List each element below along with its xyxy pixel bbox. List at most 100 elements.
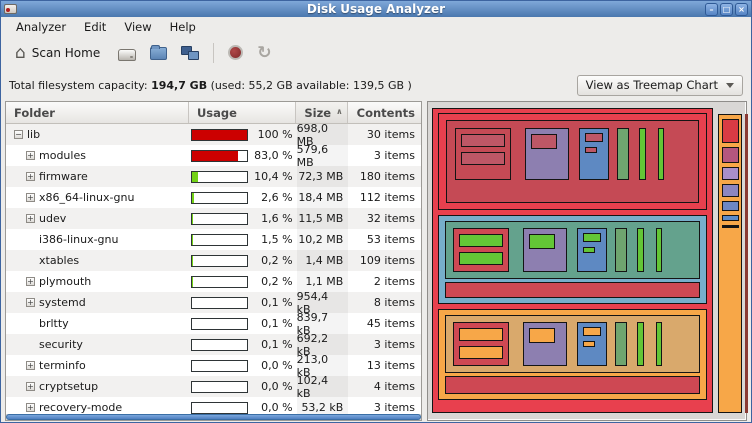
expand-expander[interactable]: + <box>26 172 35 181</box>
table-row[interactable]: +x86_64-linux-gnu2,6 %18,4 MB112 items <box>6 187 421 208</box>
usage-bar <box>191 381 248 393</box>
maximize-button[interactable]: □ <box>720 3 733 16</box>
folder-name[interactable]: cryptsetup <box>39 380 98 393</box>
scan-home-button[interactable]: ⌂ Scan Home <box>11 43 104 63</box>
treemap-rect-bottom-band[interactable] <box>438 309 707 400</box>
scan-folder-button[interactable] <box>150 47 167 60</box>
folder-name[interactable]: i386-linux-gnu <box>39 233 118 246</box>
expand-expander[interactable]: + <box>26 277 35 286</box>
treemap-rect <box>453 322 509 366</box>
treemap-rect <box>445 221 700 279</box>
scrollbar-thumb[interactable] <box>6 414 421 420</box>
folder-name[interactable]: lib <box>27 128 40 141</box>
size-value: 102,4 kB <box>297 376 349 397</box>
usage-percent: 0,1 % <box>261 317 292 330</box>
treemap-rect-middle-band[interactable] <box>438 215 707 304</box>
table-row[interactable]: +recovery-mode0,0 %53,2 kB3 items <box>6 397 421 414</box>
size-value: 10,2 MB <box>297 229 349 250</box>
view-selector-dropdown[interactable]: View as Treemap Chart <box>577 75 743 96</box>
folder-name[interactable]: udev <box>39 212 66 225</box>
table-body: −lib100 %698,0 MB30 items+modules83,0 %5… <box>6 124 421 414</box>
treemap-rect <box>577 228 607 272</box>
treemap-rect-lib[interactable] <box>432 108 713 413</box>
size-value: 72,3 MB <box>297 166 349 187</box>
expand-expander[interactable]: + <box>26 151 35 160</box>
expand-expander[interactable]: + <box>26 298 35 307</box>
scan-remote-button[interactable] <box>181 46 199 60</box>
column-header-usage[interactable]: Usage <box>189 102 296 123</box>
scan-filesystem-button[interactable] <box>118 49 136 61</box>
table-row[interactable]: brltty0,1 %839,7 kB45 items <box>6 313 421 334</box>
treemap-swatch <box>722 147 739 163</box>
treemap-rect <box>656 228 662 272</box>
folder-name[interactable]: brltty <box>39 317 69 330</box>
treemap-rect <box>658 128 664 180</box>
table-row[interactable]: i386-linux-gnu1,5 %10,2 MB53 items <box>6 229 421 250</box>
treemap-chart[interactable] <box>427 101 747 421</box>
treemap-rect <box>523 322 567 366</box>
folder-name[interactable]: recovery-mode <box>39 401 122 414</box>
status-row: Total filesystem capacity: 194,7 GB (use… <box>1 69 751 101</box>
contents-value: 3 items <box>348 145 421 166</box>
treemap-rect <box>639 128 646 180</box>
menubar: Analyzer Edit View Help <box>1 17 751 36</box>
app-window: Disk Usage Analyzer – □ × Analyzer Edit … <box>0 0 752 423</box>
folder-name[interactable]: x86_64-linux-gnu <box>39 191 134 204</box>
treemap-rect-top-band[interactable] <box>438 113 707 210</box>
treemap-rect-right-column[interactable] <box>718 114 742 413</box>
usage-bar <box>191 192 248 204</box>
treemap-rect <box>656 322 662 366</box>
expand-expander[interactable]: + <box>26 382 35 391</box>
folder-name[interactable]: xtables <box>39 254 79 267</box>
folder-name[interactable]: plymouth <box>39 275 91 288</box>
size-value: 11,5 MB <box>297 208 349 229</box>
treemap-rect <box>523 228 567 272</box>
contents-value: 30 items <box>348 124 421 145</box>
expand-expander[interactable]: + <box>26 193 35 202</box>
menu-analyzer[interactable]: Analyzer <box>7 18 75 36</box>
table-row[interactable]: security0,1 %692,2 kB3 items <box>6 334 421 355</box>
collapse-expander[interactable]: − <box>14 130 23 139</box>
table-row[interactable]: −lib100 %698,0 MB30 items <box>6 124 421 145</box>
table-row[interactable]: +modules83,0 %579,6 MB3 items <box>6 145 421 166</box>
folder-name[interactable]: security <box>39 338 83 351</box>
close-button[interactable]: × <box>735 3 748 16</box>
folder-name[interactable]: modules <box>39 149 86 162</box>
expand-expander[interactable]: + <box>26 214 35 223</box>
usage-percent: 0,1 % <box>261 338 292 351</box>
table-row[interactable]: +terminfo0,0 %213,0 kB13 items <box>6 355 421 376</box>
treemap-rect-thin-strip[interactable] <box>745 114 748 413</box>
menu-view[interactable]: View <box>115 18 160 36</box>
table-row[interactable]: +udev1,6 %11,5 MB32 items <box>6 208 421 229</box>
column-header-size[interactable]: Size ∧ <box>296 102 348 123</box>
size-value: 18,4 MB <box>297 187 349 208</box>
minimize-button[interactable]: – <box>705 3 718 16</box>
table-row[interactable]: xtables0,2 %1,4 MB109 items <box>6 250 421 271</box>
table-row[interactable]: +firmware10,4 %72,3 MB180 items <box>6 166 421 187</box>
main-area: Folder Usage Size ∧ Contents −lib100 %69… <box>1 101 751 422</box>
treemap-swatch <box>722 184 739 197</box>
table-row[interactable]: +cryptsetup0,0 %102,4 kB4 items <box>6 376 421 397</box>
table-row[interactable]: +plymouth0,2 %1,1 MB2 items <box>6 271 421 292</box>
usage-percent: 0,2 % <box>261 254 292 267</box>
usage-bar <box>191 150 248 162</box>
treemap-rect <box>445 282 700 298</box>
menu-help[interactable]: Help <box>161 18 205 36</box>
expand-expander[interactable]: + <box>26 403 35 412</box>
column-header-contents[interactable]: Contents <box>348 102 421 123</box>
folder-name[interactable]: terminfo <box>39 359 86 372</box>
refresh-button[interactable]: ↻ <box>257 45 271 61</box>
usage-bar <box>191 360 248 372</box>
menu-edit[interactable]: Edit <box>75 18 115 36</box>
titlebar[interactable]: Disk Usage Analyzer – □ × <box>1 1 751 17</box>
column-header-folder[interactable]: Folder <box>6 102 189 123</box>
treemap-rect <box>579 128 609 180</box>
stop-button[interactable] <box>228 45 243 60</box>
expand-expander[interactable]: + <box>26 361 35 370</box>
folder-name[interactable]: firmware <box>39 170 88 183</box>
usage-bar <box>191 297 248 309</box>
table-row[interactable]: +systemd0,1 %954,4 kB8 items <box>6 292 421 313</box>
treemap-swatch <box>722 215 739 221</box>
horizontal-scrollbar[interactable] <box>6 414 421 420</box>
folder-name[interactable]: systemd <box>39 296 86 309</box>
